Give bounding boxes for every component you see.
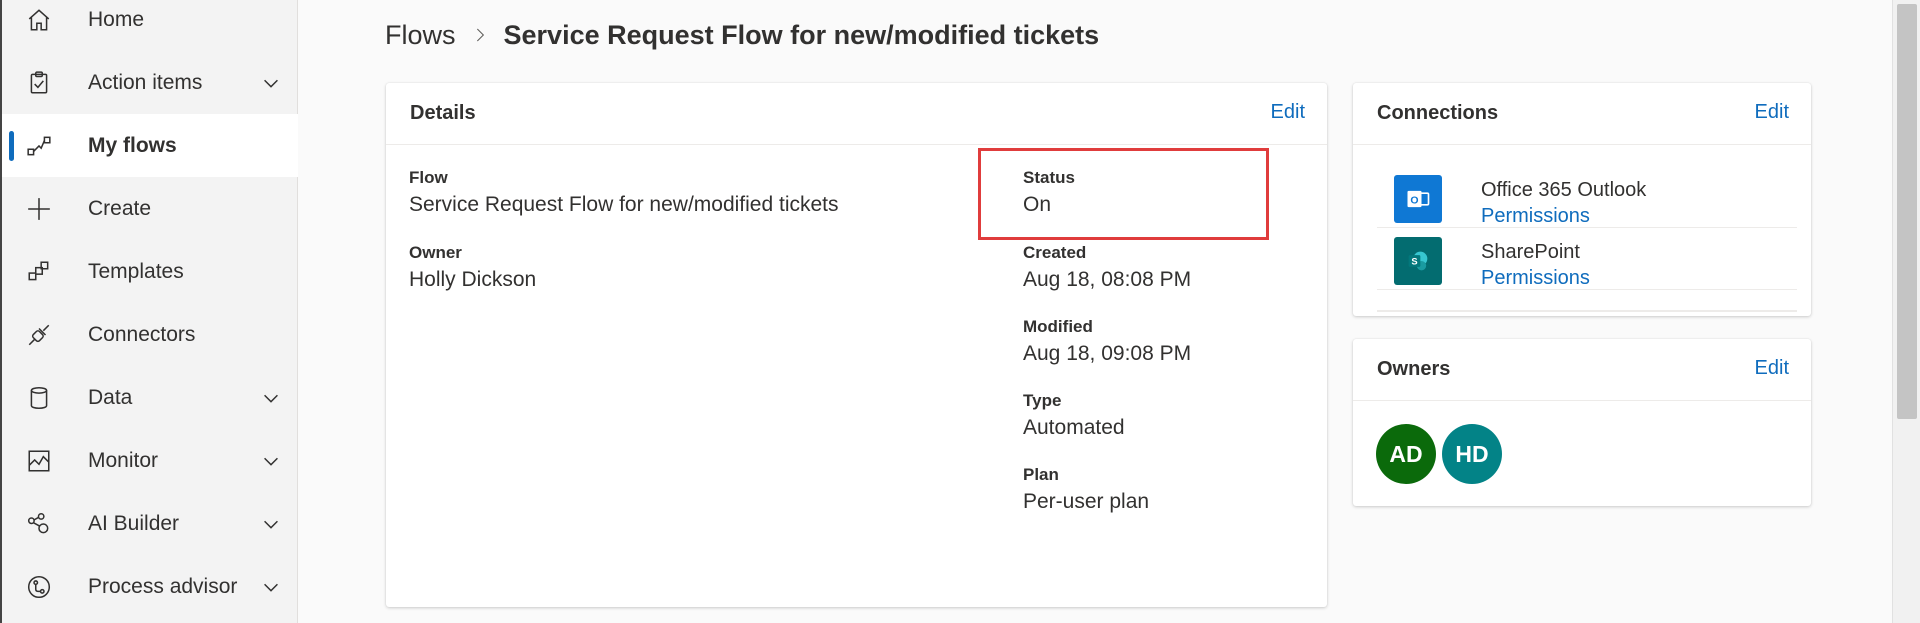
home-icon (26, 7, 52, 33)
details-edit-link[interactable]: Edit (1271, 101, 1305, 124)
breadcrumb: Flows Service Request Flow for new/modif… (385, 18, 1099, 52)
sidebar-item-label: Templates (88, 259, 184, 283)
sidebar-item-home[interactable]: Home (2, 0, 298, 51)
sidebar-item-ai-builder[interactable]: AI Builder (2, 492, 298, 555)
left-nav-sidebar: Home Action items My flows Create Templa… (0, 0, 298, 623)
flow-icon (26, 133, 52, 159)
permissions-link[interactable]: Permissions (1481, 267, 1590, 290)
sidebar-item-label: Action items (88, 70, 203, 94)
owners-title: Owners (1377, 358, 1451, 380)
permissions-link[interactable]: Permissions (1481, 205, 1590, 228)
plan-label: Plan (1023, 465, 1059, 484)
connection-row-sharepoint: S SharePoint Permissions (1377, 227, 1797, 290)
flow-label: Flow (409, 168, 448, 187)
details-card-header: Details Edit (386, 83, 1327, 145)
monitor-icon (26, 448, 52, 474)
page-title: Service Request Flow for new/modified ti… (503, 19, 1100, 50)
chevron-down-icon[interactable] (260, 513, 282, 535)
svg-text:S: S (1411, 257, 1417, 267)
sharepoint-icon: S (1394, 237, 1442, 285)
connection-name: SharePoint (1481, 241, 1580, 263)
ai-builder-icon (26, 511, 52, 537)
sidebar-item-label: My flows (88, 133, 177, 157)
owner-value: Holly Dickson (409, 268, 537, 291)
sidebar-item-label: Process advisor (88, 574, 238, 598)
details-card: Details Edit Flow Service Request Flow f… (386, 83, 1327, 607)
plus-icon (26, 196, 52, 222)
svg-text:O: O (1410, 195, 1418, 207)
sidebar-item-monitor[interactable]: Monitor (2, 429, 298, 492)
connections-card-header: Connections Edit (1353, 83, 1811, 145)
sidebar-item-templates[interactable]: Templates (2, 240, 298, 303)
created-value: Aug 18, 08:08 PM (1023, 268, 1192, 291)
owner-label: Owner (409, 243, 462, 262)
avatar[interactable]: AD (1376, 424, 1436, 484)
sidebar-item-label: Connectors (88, 322, 196, 346)
chevron-down-icon[interactable] (260, 450, 282, 472)
clipboard-icon (26, 70, 52, 96)
sidebar-item-label: Home (88, 7, 145, 31)
outlook-icon: O (1394, 175, 1442, 223)
flow-name-value: Service Request Flow for new/modified ti… (409, 193, 839, 216)
owners-card-header: Owners Edit (1353, 339, 1811, 401)
sidebar-item-label: Monitor (88, 448, 159, 472)
owners-card: Owners Edit AD HD (1353, 339, 1811, 506)
details-title: Details (410, 102, 476, 124)
sidebar-item-action-items[interactable]: Action items (2, 51, 298, 114)
modified-value: Aug 18, 09:08 PM (1023, 342, 1192, 365)
connection-name: Office 365 Outlook (1481, 179, 1647, 201)
type-value: Automated (1023, 416, 1125, 439)
sidebar-item-label: Data (88, 385, 133, 409)
created-label: Created (1023, 243, 1087, 262)
database-icon (26, 385, 52, 411)
sidebar-item-label: Create (88, 196, 152, 220)
connections-title: Connections (1377, 102, 1499, 124)
status-label: Status (1023, 168, 1075, 187)
sidebar-item-my-flows[interactable]: My flows (2, 114, 298, 177)
process-advisor-icon (26, 574, 52, 600)
type-label: Type (1023, 391, 1062, 410)
chevron-down-icon[interactable] (260, 576, 282, 598)
templates-icon (26, 259, 52, 285)
owners-edit-link[interactable]: Edit (1755, 357, 1789, 380)
breadcrumb-flows-link[interactable]: Flows (385, 20, 456, 51)
scrollbar-thumb[interactable] (1897, 4, 1917, 419)
connection-row-outlook: O Office 365 Outlook Permissions (1377, 165, 1797, 228)
chevron-down-icon[interactable] (260, 387, 282, 409)
chevron-right-icon (472, 27, 488, 43)
sidebar-item-data[interactable]: Data (2, 366, 298, 429)
chevron-down-icon[interactable] (260, 72, 282, 94)
status-value: On (1023, 193, 1052, 216)
connections-edit-link[interactable]: Edit (1755, 101, 1789, 124)
connector-icon (26, 322, 52, 348)
avatar[interactable]: HD (1442, 424, 1502, 484)
modified-label: Modified (1023, 317, 1093, 336)
status-highlight-box (978, 148, 1269, 240)
sidebar-item-create[interactable]: Create (2, 177, 298, 240)
page-scrollbar[interactable] (1892, 0, 1920, 623)
sidebar-item-connectors[interactable]: Connectors (2, 303, 298, 366)
sidebar-item-process-advisor[interactable]: Process advisor (2, 555, 298, 618)
plan-value: Per-user plan (1023, 490, 1150, 513)
sidebar-item-label: AI Builder (88, 511, 180, 535)
